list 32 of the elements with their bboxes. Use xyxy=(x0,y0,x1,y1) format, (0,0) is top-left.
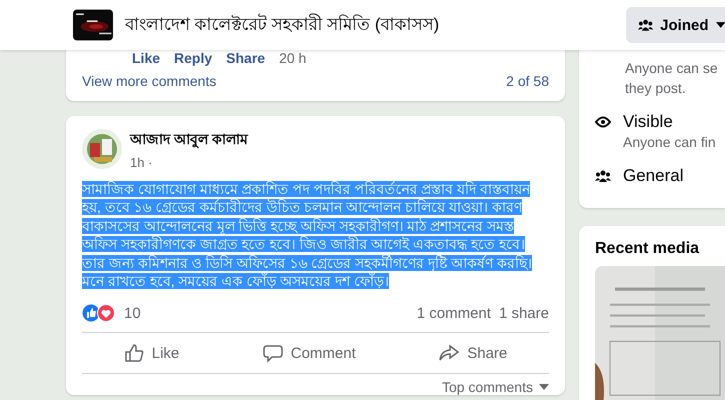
eye-icon xyxy=(595,116,611,128)
about-item-title: General xyxy=(623,166,684,186)
post-time: 1h · xyxy=(130,155,154,170)
speech-bubble-icon xyxy=(262,343,283,364)
caret-icon xyxy=(716,22,725,28)
comment-count-link[interactable]: 1 comment xyxy=(416,304,491,322)
thumbs-up-icon xyxy=(124,343,144,364)
reaction-count[interactable]: 10 xyxy=(124,304,141,322)
comment-time: 20 h xyxy=(279,50,306,66)
share-arrow-icon xyxy=(439,343,460,364)
caret-icon xyxy=(539,384,549,390)
like-button[interactable]: Like xyxy=(112,333,192,374)
group-icon xyxy=(638,19,654,31)
about-item-description: Anyone can fin xyxy=(623,133,716,152)
recent-media-title: Recent media xyxy=(595,240,700,258)
comment-action-link[interactable]: Reply xyxy=(174,50,212,66)
comment-action-link[interactable]: Like xyxy=(132,50,160,66)
group-icon xyxy=(595,170,611,182)
privacy-description: they post. xyxy=(625,79,687,98)
comment-button[interactable]: Comment xyxy=(250,333,368,374)
author-name[interactable]: আজাদ আবুল কালাম xyxy=(130,128,248,152)
share-count-link[interactable]: 1 share xyxy=(498,304,549,322)
joined-button[interactable]: Joined xyxy=(626,7,725,43)
comment-action-link[interactable]: Share xyxy=(226,50,266,66)
comment-count: 2 of 58 xyxy=(506,73,549,89)
group-name[interactable]: বাংলাদেশ কালেক্টরেট সহকারী সমিতি (বাকাসস) xyxy=(125,11,440,39)
share-button[interactable]: Share xyxy=(427,333,520,374)
about-item-title: Visible xyxy=(623,112,674,132)
sort-comments-button[interactable]: Top comments xyxy=(442,379,549,396)
view-more-comments-link[interactable]: View more comments xyxy=(82,73,216,89)
reactions-icon xyxy=(82,304,116,322)
privacy-description: Anyone can se xyxy=(625,59,719,78)
